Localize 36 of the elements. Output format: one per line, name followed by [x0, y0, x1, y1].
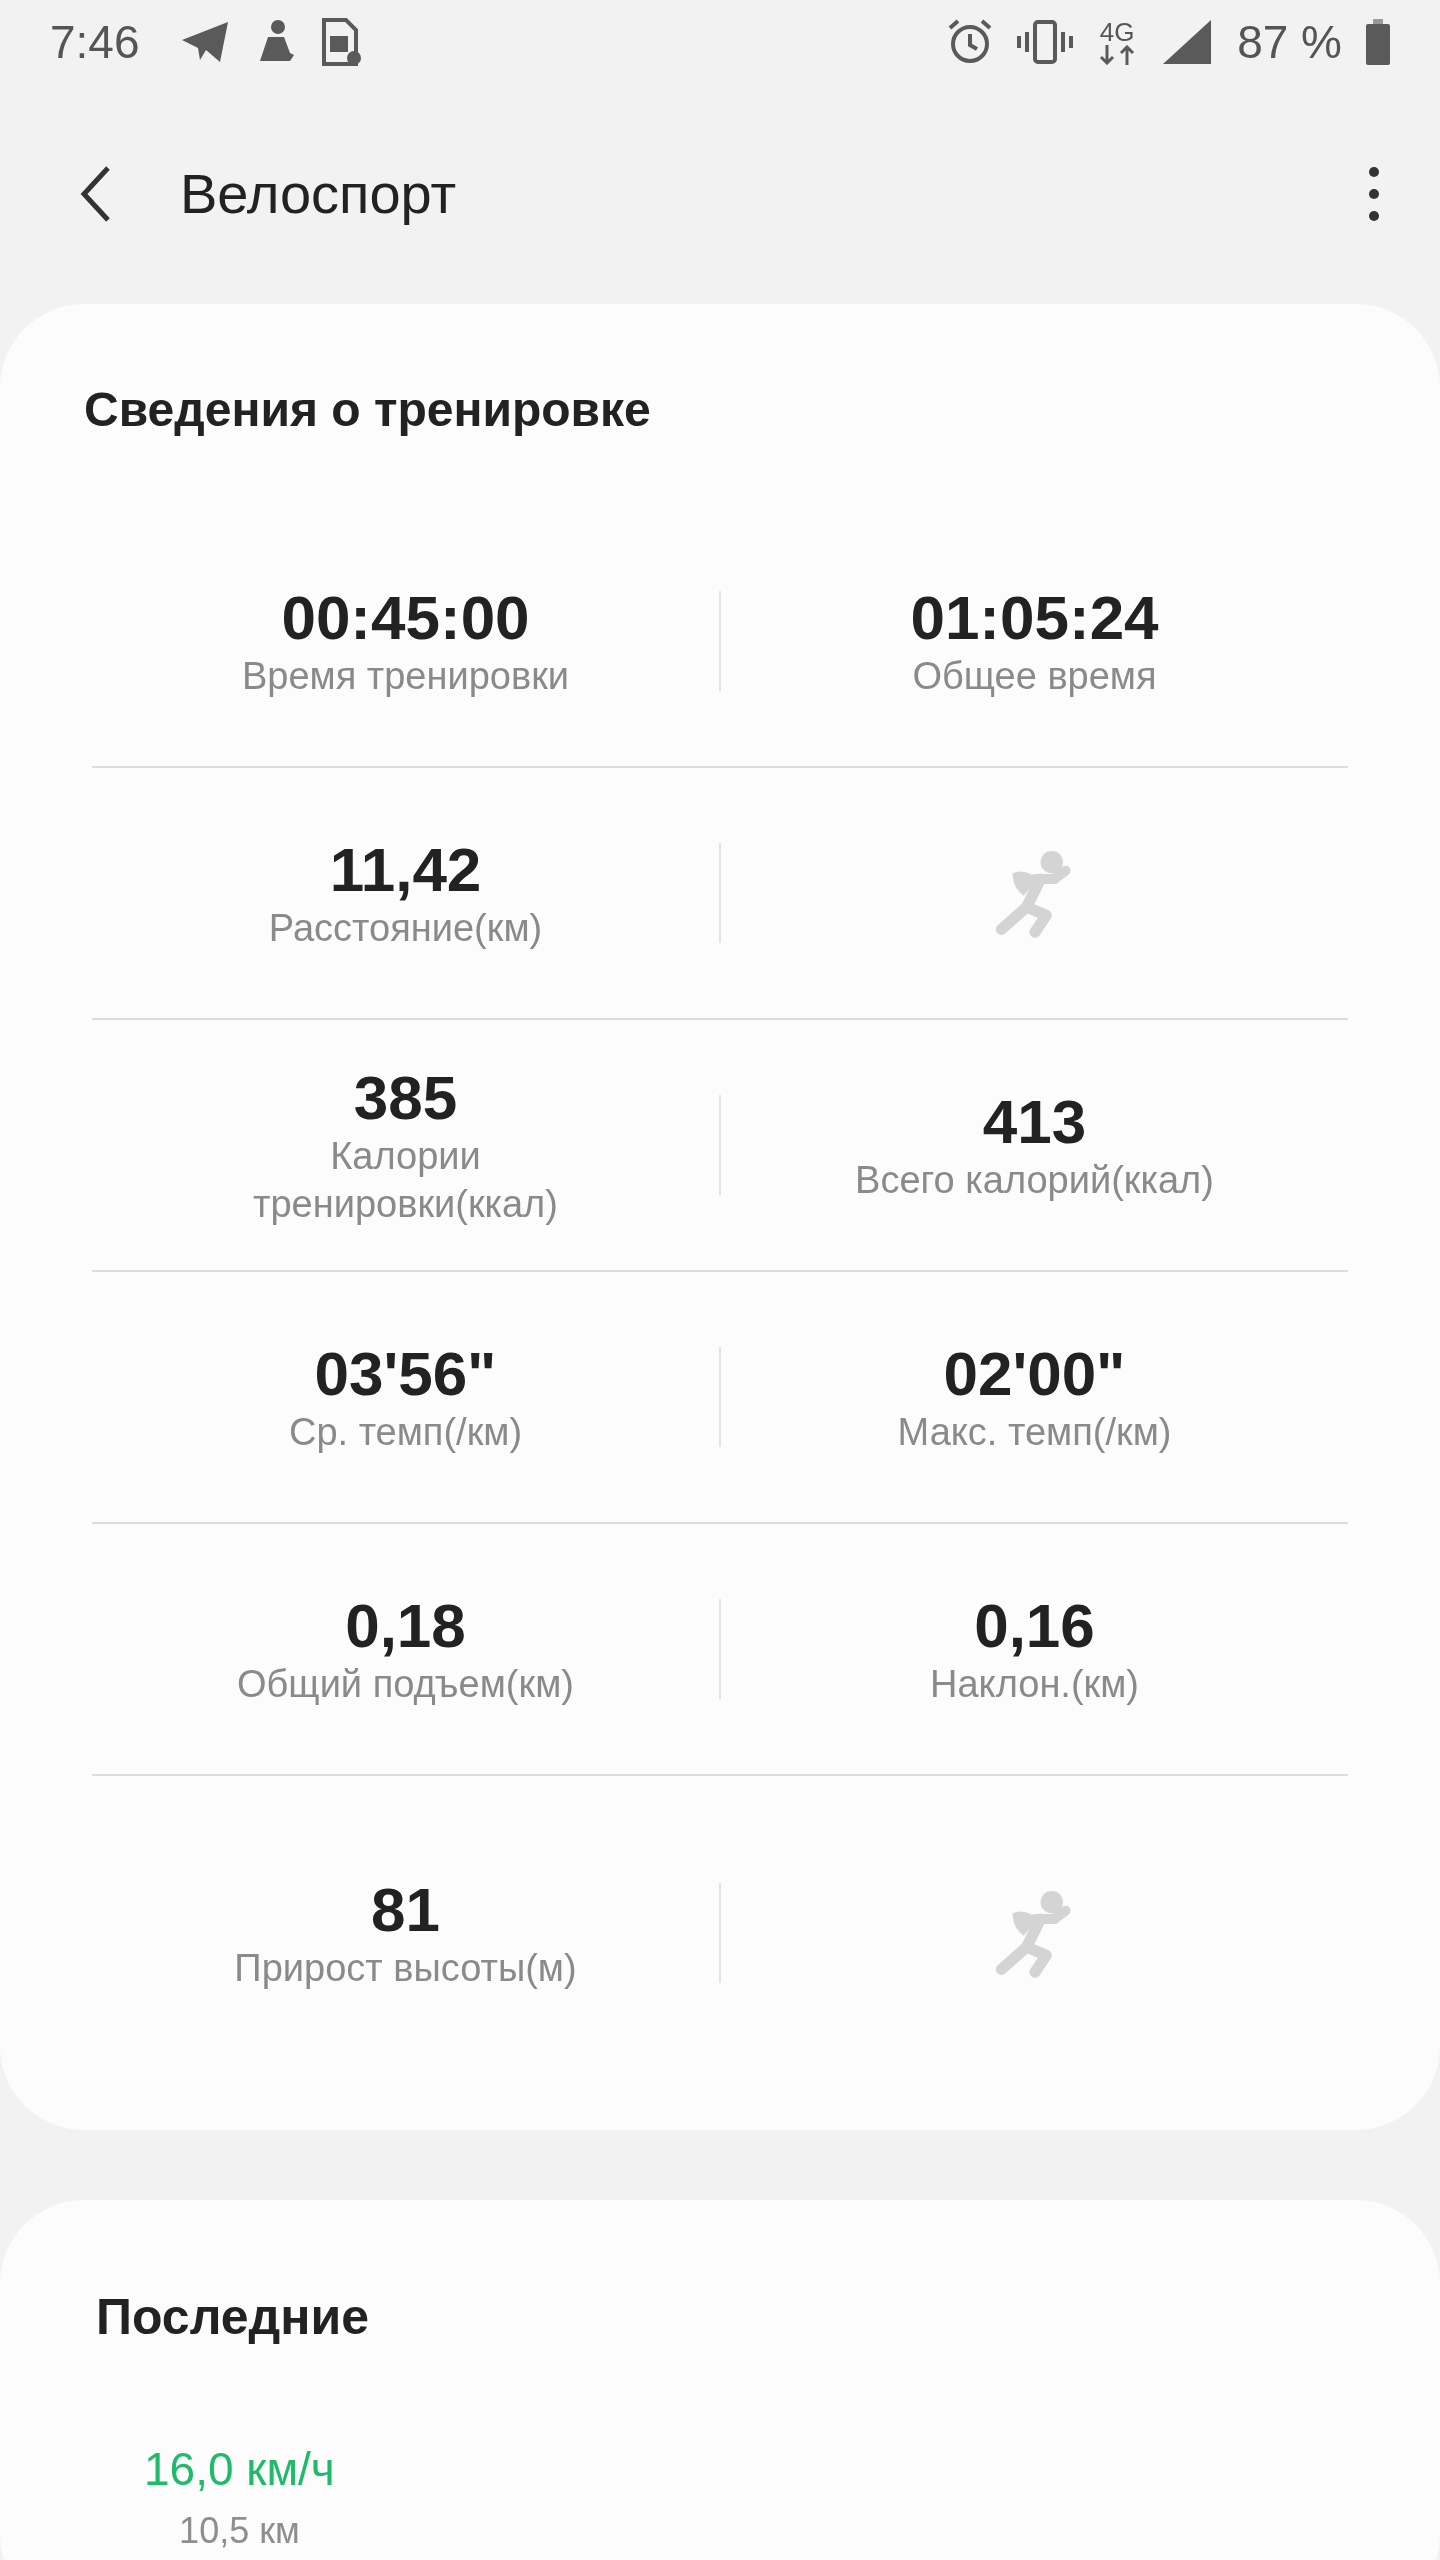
sim-card-icon: [319, 18, 362, 66]
stat-label: Всего калорий(ккал): [855, 1157, 1214, 1203]
stat-label: Ср. темп(/км): [288, 1409, 523, 1455]
signal-icon: [1161, 18, 1214, 66]
speed-value: 16,0 км/ч: [144, 2442, 335, 2497]
stat-value: 00:45:00: [281, 581, 530, 653]
stat-value: 0,16: [974, 1589, 1095, 1661]
back-button[interactable]: [80, 164, 112, 224]
stat-value: 02'00": [943, 1337, 1126, 1409]
vibrate-icon: [1017, 20, 1074, 64]
stat-label: Общее время: [912, 653, 1157, 699]
stat-label: Макс. темп(/км): [897, 1409, 1172, 1455]
stat-value: 413: [982, 1085, 1087, 1157]
more-options-button[interactable]: [1368, 166, 1380, 222]
stat-value: 03'56": [314, 1337, 497, 1409]
stat-value: 0,18: [345, 1589, 466, 1661]
stat-label: Расстояние(км): [268, 905, 543, 951]
stat-value: 385: [353, 1061, 458, 1134]
distance-value: 10,5 км: [179, 2509, 300, 2553]
more-options-icon: [1368, 166, 1380, 222]
status-time: 7:46: [50, 14, 140, 70]
stat-value: 01:05:24: [910, 581, 1159, 653]
stat-label: Время тренировки: [241, 653, 570, 699]
stat-label: Прирост высоты(м): [234, 1945, 577, 1991]
section-title: Последние: [96, 2288, 371, 2347]
stat-value: 81: [371, 1873, 440, 1945]
battery-icon: [1366, 19, 1390, 65]
stat-label: Наклон.(км): [930, 1661, 1139, 1707]
stat-value: 11,42: [329, 833, 482, 905]
stat-label: Общий подъем(км): [237, 1661, 574, 1707]
page-title: Велоспорт: [180, 161, 458, 227]
section-title: Сведения о тренировке: [84, 382, 652, 438]
network-type-label: 4G: [1099, 19, 1135, 45]
battery-percent: 87 %: [1237, 14, 1342, 70]
alarm-clock-icon: [947, 19, 994, 65]
stat-label: Калории тренировки(ккал): [252, 1134, 559, 1227]
